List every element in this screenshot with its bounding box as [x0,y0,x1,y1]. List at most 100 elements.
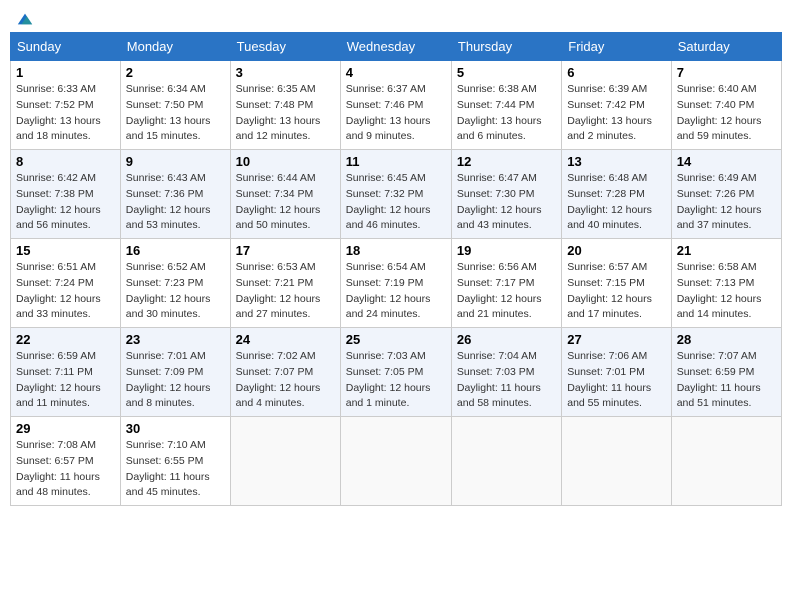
day-number: 2 [126,65,225,80]
calendar-cell: 30 Sunrise: 7:10 AM Sunset: 6:55 PM Dayl… [120,417,230,506]
day-number: 28 [677,332,776,347]
day-number: 23 [126,332,225,347]
day-info: Sunrise: 6:45 AM Sunset: 7:32 PM Dayligh… [346,171,446,234]
day-number: 5 [457,65,556,80]
day-number: 22 [16,332,115,347]
day-number: 4 [346,65,446,80]
calendar-cell: 26 Sunrise: 7:04 AM Sunset: 7:03 PM Dayl… [451,328,561,417]
calendar-cell: 22 Sunrise: 6:59 AM Sunset: 7:11 PM Dayl… [11,328,121,417]
calendar-cell [671,417,781,506]
calendar-cell: 2 Sunrise: 6:34 AM Sunset: 7:50 PM Dayli… [120,61,230,150]
calendar-week-row: 15 Sunrise: 6:51 AM Sunset: 7:24 PM Dayl… [11,239,782,328]
calendar-cell [562,417,671,506]
day-header-saturday: Saturday [671,33,781,61]
calendar-cell: 6 Sunrise: 6:39 AM Sunset: 7:42 PM Dayli… [562,61,671,150]
day-number: 27 [567,332,665,347]
day-info: Sunrise: 6:37 AM Sunset: 7:46 PM Dayligh… [346,82,446,145]
calendar-cell: 5 Sunrise: 6:38 AM Sunset: 7:44 PM Dayli… [451,61,561,150]
day-info: Sunrise: 7:01 AM Sunset: 7:09 PM Dayligh… [126,349,225,412]
calendar-cell: 10 Sunrise: 6:44 AM Sunset: 7:34 PM Dayl… [230,150,340,239]
calendar-cell: 15 Sunrise: 6:51 AM Sunset: 7:24 PM Dayl… [11,239,121,328]
calendar-cell: 25 Sunrise: 7:03 AM Sunset: 7:05 PM Dayl… [340,328,451,417]
calendar-cell [230,417,340,506]
calendar-week-row: 29 Sunrise: 7:08 AM Sunset: 6:57 PM Dayl… [11,417,782,506]
calendar-cell: 4 Sunrise: 6:37 AM Sunset: 7:46 PM Dayli… [340,61,451,150]
day-header-monday: Monday [120,33,230,61]
day-info: Sunrise: 6:49 AM Sunset: 7:26 PM Dayligh… [677,171,776,234]
day-info: Sunrise: 7:08 AM Sunset: 6:57 PM Dayligh… [16,438,115,501]
calendar-cell: 1 Sunrise: 6:33 AM Sunset: 7:52 PM Dayli… [11,61,121,150]
day-header-tuesday: Tuesday [230,33,340,61]
day-header-friday: Friday [562,33,671,61]
day-number: 11 [346,154,446,169]
day-info: Sunrise: 6:38 AM Sunset: 7:44 PM Dayligh… [457,82,556,145]
day-number: 25 [346,332,446,347]
calendar-cell: 21 Sunrise: 6:58 AM Sunset: 7:13 PM Dayl… [671,239,781,328]
day-number: 20 [567,243,665,258]
calendar-week-row: 1 Sunrise: 6:33 AM Sunset: 7:52 PM Dayli… [11,61,782,150]
calendar-cell: 29 Sunrise: 7:08 AM Sunset: 6:57 PM Dayl… [11,417,121,506]
calendar-cell: 12 Sunrise: 6:47 AM Sunset: 7:30 PM Dayl… [451,150,561,239]
day-info: Sunrise: 6:42 AM Sunset: 7:38 PM Dayligh… [16,171,115,234]
day-number: 8 [16,154,115,169]
day-info: Sunrise: 7:06 AM Sunset: 7:01 PM Dayligh… [567,349,665,412]
calendar-cell: 8 Sunrise: 6:42 AM Sunset: 7:38 PM Dayli… [11,150,121,239]
calendar-week-row: 8 Sunrise: 6:42 AM Sunset: 7:38 PM Dayli… [11,150,782,239]
calendar-week-row: 22 Sunrise: 6:59 AM Sunset: 7:11 PM Dayl… [11,328,782,417]
day-header-sunday: Sunday [11,33,121,61]
calendar-cell: 28 Sunrise: 7:07 AM Sunset: 6:59 PM Dayl… [671,328,781,417]
day-number: 17 [236,243,335,258]
calendar-cell: 23 Sunrise: 7:01 AM Sunset: 7:09 PM Dayl… [120,328,230,417]
day-number: 9 [126,154,225,169]
day-number: 16 [126,243,225,258]
day-info: Sunrise: 6:43 AM Sunset: 7:36 PM Dayligh… [126,171,225,234]
day-info: Sunrise: 6:34 AM Sunset: 7:50 PM Dayligh… [126,82,225,145]
day-info: Sunrise: 6:51 AM Sunset: 7:24 PM Dayligh… [16,260,115,323]
calendar-table: SundayMondayTuesdayWednesdayThursdayFrid… [10,32,782,506]
calendar-cell: 13 Sunrise: 6:48 AM Sunset: 7:28 PM Dayl… [562,150,671,239]
day-info: Sunrise: 7:04 AM Sunset: 7:03 PM Dayligh… [457,349,556,412]
logo [14,10,34,24]
calendar-header-row: SundayMondayTuesdayWednesdayThursdayFrid… [11,33,782,61]
calendar-cell: 9 Sunrise: 6:43 AM Sunset: 7:36 PM Dayli… [120,150,230,239]
day-header-thursday: Thursday [451,33,561,61]
day-info: Sunrise: 6:35 AM Sunset: 7:48 PM Dayligh… [236,82,335,145]
day-number: 6 [567,65,665,80]
day-number: 19 [457,243,556,258]
day-info: Sunrise: 6:39 AM Sunset: 7:42 PM Dayligh… [567,82,665,145]
day-number: 30 [126,421,225,436]
day-number: 24 [236,332,335,347]
calendar-cell: 3 Sunrise: 6:35 AM Sunset: 7:48 PM Dayli… [230,61,340,150]
day-info: Sunrise: 6:44 AM Sunset: 7:34 PM Dayligh… [236,171,335,234]
calendar-cell: 17 Sunrise: 6:53 AM Sunset: 7:21 PM Dayl… [230,239,340,328]
calendar-cell [340,417,451,506]
day-number: 29 [16,421,115,436]
calendar-cell: 24 Sunrise: 7:02 AM Sunset: 7:07 PM Dayl… [230,328,340,417]
day-info: Sunrise: 6:33 AM Sunset: 7:52 PM Dayligh… [16,82,115,145]
day-info: Sunrise: 6:58 AM Sunset: 7:13 PM Dayligh… [677,260,776,323]
calendar-cell: 16 Sunrise: 6:52 AM Sunset: 7:23 PM Dayl… [120,239,230,328]
day-number: 3 [236,65,335,80]
calendar-cell: 27 Sunrise: 7:06 AM Sunset: 7:01 PM Dayl… [562,328,671,417]
logo-icon [16,10,34,28]
day-info: Sunrise: 7:10 AM Sunset: 6:55 PM Dayligh… [126,438,225,501]
day-info: Sunrise: 7:07 AM Sunset: 6:59 PM Dayligh… [677,349,776,412]
day-number: 10 [236,154,335,169]
calendar-cell: 7 Sunrise: 6:40 AM Sunset: 7:40 PM Dayli… [671,61,781,150]
calendar-cell: 18 Sunrise: 6:54 AM Sunset: 7:19 PM Dayl… [340,239,451,328]
day-number: 18 [346,243,446,258]
day-info: Sunrise: 6:56 AM Sunset: 7:17 PM Dayligh… [457,260,556,323]
day-number: 26 [457,332,556,347]
day-info: Sunrise: 6:48 AM Sunset: 7:28 PM Dayligh… [567,171,665,234]
day-info: Sunrise: 6:52 AM Sunset: 7:23 PM Dayligh… [126,260,225,323]
day-number: 14 [677,154,776,169]
day-info: Sunrise: 6:57 AM Sunset: 7:15 PM Dayligh… [567,260,665,323]
day-info: Sunrise: 6:40 AM Sunset: 7:40 PM Dayligh… [677,82,776,145]
day-info: Sunrise: 6:53 AM Sunset: 7:21 PM Dayligh… [236,260,335,323]
day-info: Sunrise: 6:47 AM Sunset: 7:30 PM Dayligh… [457,171,556,234]
day-header-wednesday: Wednesday [340,33,451,61]
calendar-cell [451,417,561,506]
calendar-cell: 19 Sunrise: 6:56 AM Sunset: 7:17 PM Dayl… [451,239,561,328]
calendar-cell: 20 Sunrise: 6:57 AM Sunset: 7:15 PM Dayl… [562,239,671,328]
day-info: Sunrise: 6:59 AM Sunset: 7:11 PM Dayligh… [16,349,115,412]
